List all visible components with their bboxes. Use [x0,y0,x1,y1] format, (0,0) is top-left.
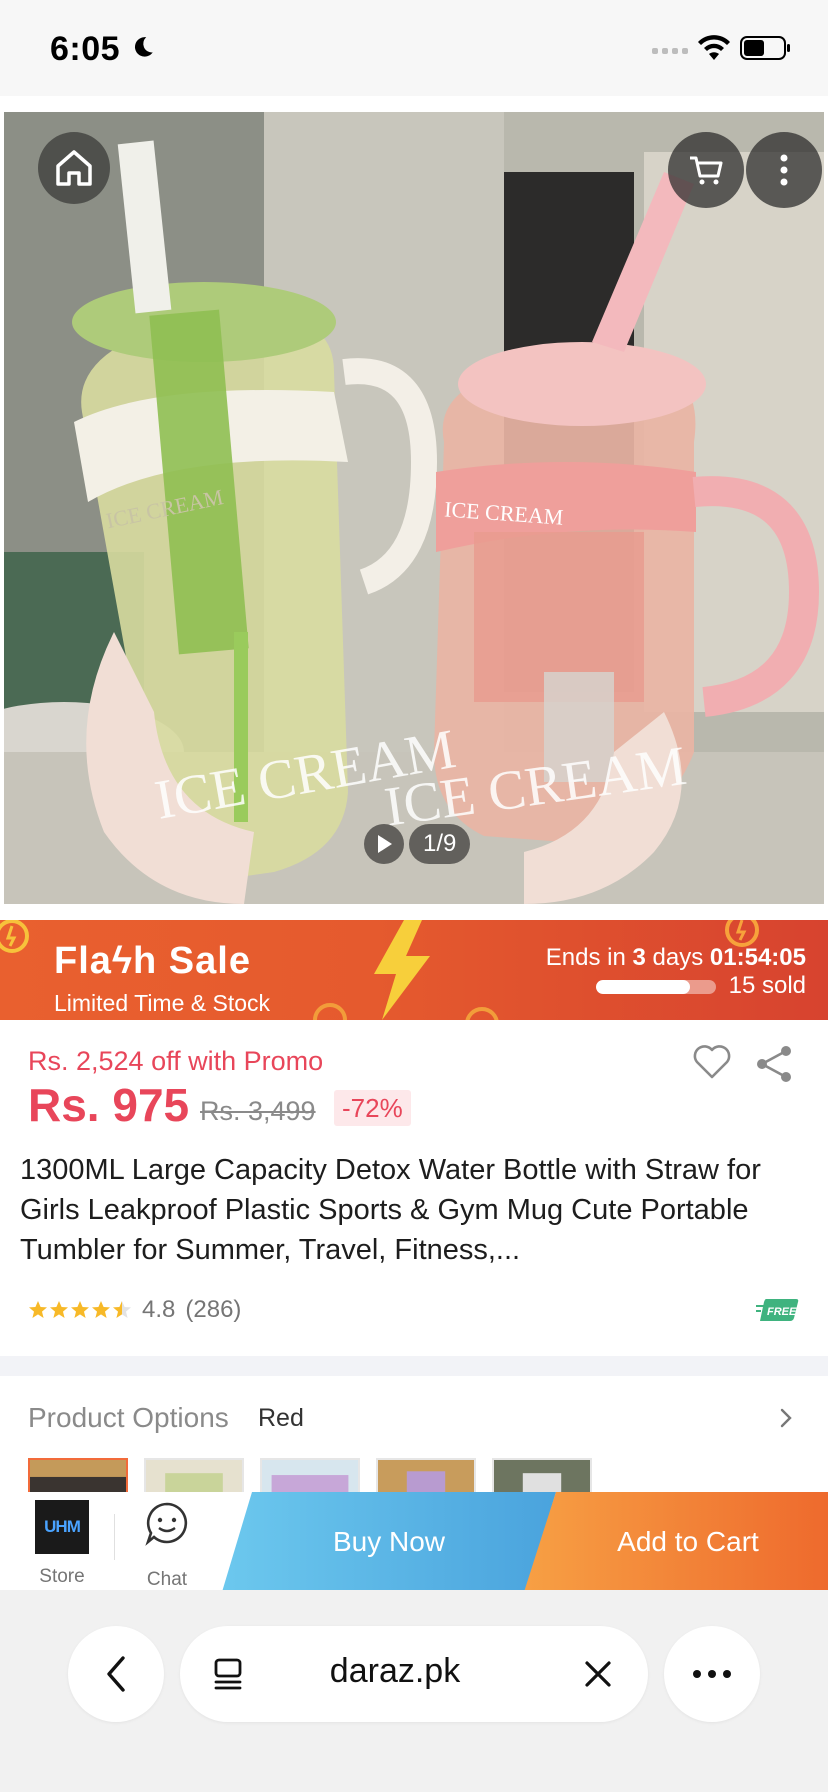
star-icon [113,1301,131,1318]
cart-icon [690,156,723,185]
countdown-time: 01:54:05 [709,944,806,971]
original-price: Rs. 3,499 [200,1096,316,1126]
countdown-prefix: Ends in [545,944,626,971]
flash-sale-title: Flaϟh Sale [54,940,251,982]
image-counter: 1/9 [409,824,471,864]
url-text[interactable]: daraz.pk [300,1652,490,1691]
browser-more-button[interactable] [664,1626,760,1722]
star-icon [29,1301,47,1318]
status-bar: 6:05 [0,0,828,96]
option-thumbnail[interactable] [376,1458,476,1492]
chevron-right-icon[interactable] [776,1404,796,1432]
option-thumbnail[interactable] [144,1458,244,1492]
home-button[interactable] [38,132,110,204]
divider [114,1514,115,1560]
play-icon [378,835,392,853]
rating-value: 4.8 [142,1296,176,1323]
moon-icon [134,37,153,57]
purchase-buttons: Buy Now Add to Cart [222,1492,828,1592]
chat-bubble-icon [145,1502,188,1546]
add-to-cart-button[interactable]: Add to Cart [524,1492,828,1592]
home-icon [56,150,92,186]
flash-sale-banner[interactable]: Flaϟh Sale Limited Time & Stock Ends in … [0,920,828,1020]
store-logo: UHM [35,1500,89,1554]
option-thumbnail[interactable] [28,1458,128,1492]
alarm-clock-icon [0,920,29,953]
option-thumbnail[interactable] [260,1458,360,1492]
star-icon [50,1301,68,1318]
bottom-action-bar: UHM Store Chat Buy Now Add to Cart [0,1492,828,1592]
more-options-button[interactable] [746,132,822,208]
store-label: Store [39,1566,85,1587]
current-price: Rs. 975 [28,1079,190,1131]
back-button[interactable] [68,1626,164,1722]
star-icon [92,1301,110,1318]
sold-progress-fill [596,980,690,994]
product-photo: ICE CREAM ICE CREAM ICE CREAM ICE CREAM [4,112,824,904]
product-title: 1300ML Large Capacity Detox Water Bottle… [20,1154,761,1266]
chat-button[interactable]: Chat [136,1500,198,1591]
alarm-clock-icon [465,1007,499,1020]
rating-stars [28,1300,132,1320]
browser-toolbar: daraz.pk [0,1590,828,1792]
more-vertical-icon [780,154,788,186]
sold-progress-bar [596,980,716,994]
share-icon[interactable] [754,1044,794,1084]
store-logo-text: UHM [44,1517,81,1536]
status-time: 6:05 [50,30,121,68]
star-icon [71,1301,89,1318]
option-thumbnail[interactable] [492,1458,592,1492]
store-button[interactable]: UHM Store [28,1500,96,1588]
section-divider [0,1356,828,1376]
rating-row[interactable]: 4.8 (286) [28,1296,241,1324]
battery-icon [740,36,790,60]
product-options-label[interactable]: Product Options [28,1402,229,1434]
wishlist-heart-icon[interactable] [692,1044,732,1080]
chevron-left-icon [107,1656,125,1692]
product-page: 6:05 ICE CREAM ICE CREAM ICE CREAM ICE C… [0,0,828,1792]
lightning-bolt-icon [374,920,430,1020]
buy-now-button[interactable]: Buy Now [222,1492,556,1592]
countdown-days-suffix: days [652,944,704,971]
free-shipping-icon: FREE [756,1299,799,1321]
cellular-signal-icon [652,48,688,54]
product-image-gallery[interactable]: ICE CREAM ICE CREAM ICE CREAM ICE CREAM … [4,112,824,904]
address-bar[interactable]: daraz.pk [180,1626,648,1722]
flash-sale-subtitle: Limited Time & Stock [54,990,271,1016]
alarm-clock-icon [313,1003,347,1020]
wifi-icon [698,35,730,60]
option-thumbnails [28,1458,592,1492]
tab-overview-icon[interactable] [210,1656,246,1692]
free-badge-label: FREE [767,1306,797,1318]
flash-sale-countdown: Ends in 3 days 01:54:05 [546,944,806,972]
countdown-days: 3 [632,944,646,971]
rating-count: (286) [185,1296,242,1323]
cart-button[interactable] [668,132,744,208]
sold-count: 15 sold [728,972,806,999]
close-icon[interactable] [582,1658,614,1690]
promo-text[interactable]: Rs. 2,524 off with Promo [28,1046,323,1077]
more-horizontal-icon [693,1670,731,1678]
chat-label: Chat [146,1569,188,1590]
product-options-value[interactable]: Red [258,1404,304,1433]
discount-badge: -72% [334,1090,411,1126]
play-video-button[interactable] [364,824,404,864]
